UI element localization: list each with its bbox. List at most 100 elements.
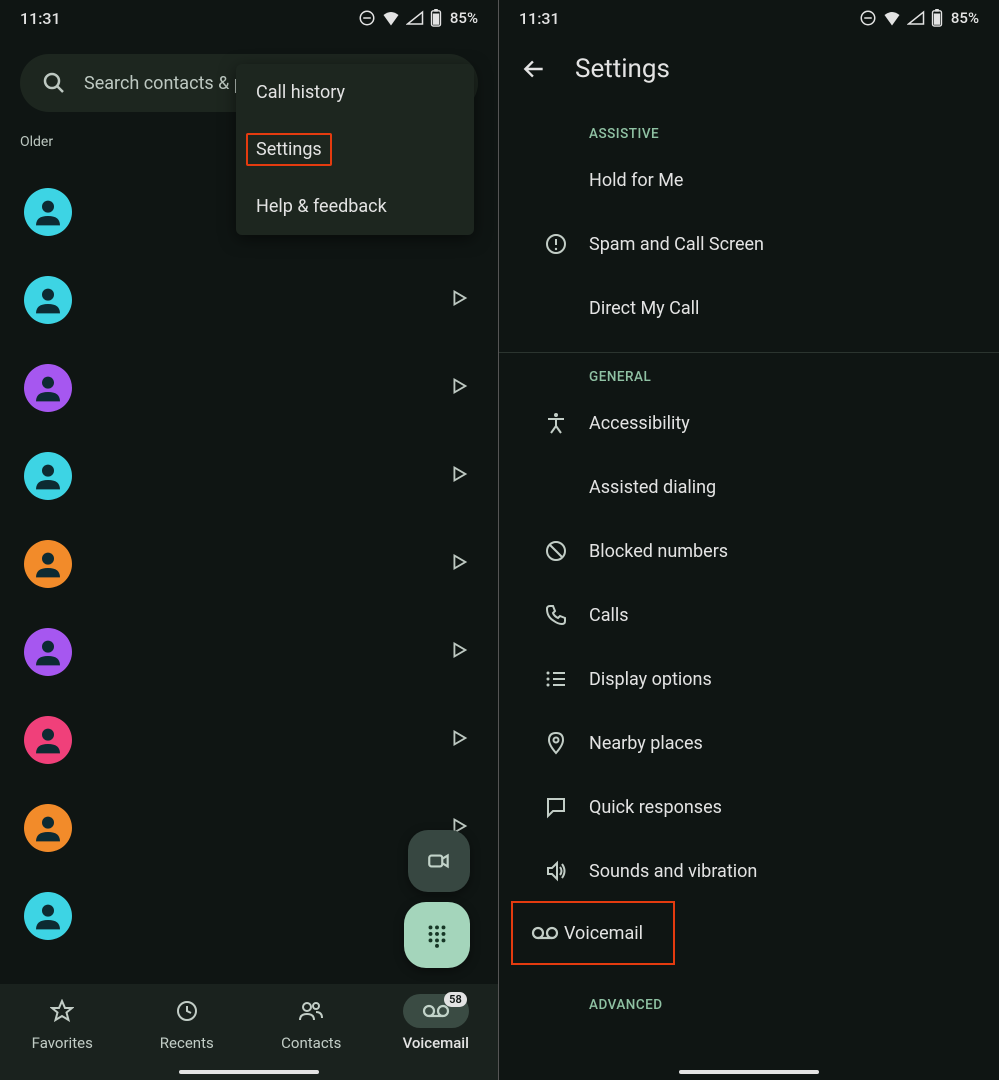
nav-recents[interactable]: Recents [125, 994, 250, 1080]
play-icon[interactable] [448, 375, 470, 401]
menu-settings[interactable]: Settings [236, 121, 474, 178]
row-label: Direct My Call [589, 298, 699, 319]
voicemail-item[interactable] [0, 256, 498, 344]
page-title: Settings [575, 54, 670, 84]
voicemail-item[interactable] [0, 520, 498, 608]
voicemail-badge: 58 [444, 992, 467, 1007]
contact-avatar[interactable] [24, 716, 72, 764]
play-icon[interactable] [448, 727, 470, 753]
status-bar: 11:31 85% [0, 0, 498, 36]
voicemail-item[interactable] [0, 608, 498, 696]
settings-calls[interactable]: Calls [499, 583, 999, 647]
play-icon[interactable] [448, 287, 470, 313]
nav-favorites[interactable]: Favorites [0, 994, 125, 1080]
people-icon [298, 999, 324, 1023]
menu-call-history[interactable]: Call history [236, 64, 474, 121]
row-label: Assisted dialing [589, 477, 716, 498]
settings-display-options[interactable]: Display options [499, 647, 999, 711]
person-icon [32, 724, 64, 756]
chat-icon [544, 795, 568, 819]
video-icon [426, 848, 452, 874]
block-icon [544, 539, 568, 563]
wifi-icon [883, 10, 901, 26]
search-icon [42, 71, 66, 95]
person-icon [32, 460, 64, 492]
settings-sounds-vibration[interactable]: Sounds and vibration [499, 839, 999, 903]
phone-icon [544, 603, 568, 627]
clock-icon [175, 999, 199, 1023]
contact-avatar[interactable] [24, 892, 72, 940]
contact-avatar[interactable] [24, 364, 72, 412]
battery-percent: 85% [450, 9, 478, 27]
row-label: Blocked numbers [589, 541, 728, 562]
bottom-nav: Favorites Recents Contacts 58 Voicemail [0, 984, 498, 1080]
person-icon [32, 284, 64, 316]
settings-header: Settings [499, 36, 999, 110]
voicemail-item[interactable] [0, 696, 498, 784]
settings-blocked-numbers[interactable]: Blocked numbers [499, 519, 999, 583]
status-time: 11:31 [519, 9, 560, 28]
settings-screen: 11:31 85% Settings ASSISTIVE Hold for Me… [499, 0, 999, 1080]
signal-icon [907, 10, 925, 26]
voicemail-item[interactable] [0, 344, 498, 432]
nav-label: Voicemail [403, 1034, 469, 1052]
dialpad-fab[interactable] [404, 902, 470, 968]
settings-quick-responses[interactable]: Quick responses [499, 775, 999, 839]
signal-icon [406, 10, 424, 26]
gesture-handle[interactable] [679, 1070, 819, 1074]
settings-nearby-places[interactable]: Nearby places [499, 711, 999, 775]
dnd-icon [859, 9, 877, 27]
nav-contacts[interactable]: Contacts [249, 994, 374, 1080]
contact-avatar[interactable] [24, 276, 72, 324]
settings-spam-call-screen[interactable]: Spam and Call Screen [499, 212, 999, 276]
play-icon[interactable] [448, 551, 470, 577]
dnd-icon [358, 9, 376, 27]
row-label: Quick responses [589, 797, 722, 818]
battery-icon [931, 9, 943, 27]
contact-avatar[interactable] [24, 804, 72, 852]
settings-direct-my-call[interactable]: Direct My Call [499, 276, 999, 340]
settings-accessibility[interactable]: Accessibility [499, 391, 999, 455]
back-arrow-icon[interactable] [521, 56, 547, 82]
nav-voicemail[interactable]: 58 Voicemail [374, 994, 499, 1080]
alert-circle-icon [544, 232, 568, 256]
video-call-fab[interactable] [408, 830, 470, 892]
settings-voicemail[interactable]: Voicemail [511, 901, 675, 965]
battery-percent: 85% [951, 9, 979, 27]
speaker-icon [544, 859, 568, 883]
status-icons: 85% [358, 9, 478, 27]
person-icon [32, 196, 64, 228]
row-label: Sounds and vibration [589, 861, 757, 882]
nav-label: Favorites [32, 1034, 93, 1052]
person-icon [32, 636, 64, 668]
status-time: 11:31 [20, 9, 61, 28]
dialpad-icon [424, 922, 450, 948]
menu-help[interactable]: Help & feedback [236, 178, 474, 235]
contact-avatar[interactable] [24, 540, 72, 588]
contact-avatar[interactable] [24, 452, 72, 500]
settings-highlight: Settings [246, 133, 332, 166]
play-icon[interactable] [448, 639, 470, 665]
row-label: Calls [589, 605, 629, 626]
general-section-label: GENERAL [499, 353, 999, 391]
overflow-menu: Call history Settings Help & feedback [236, 64, 474, 235]
star-icon [50, 999, 74, 1023]
person-icon [32, 812, 64, 844]
contact-avatar[interactable] [24, 628, 72, 676]
assistive-section-label: ASSISTIVE [499, 110, 999, 148]
row-label: Voicemail [564, 923, 643, 944]
play-icon[interactable] [448, 463, 470, 489]
gesture-handle[interactable] [179, 1070, 319, 1074]
person-icon [32, 900, 64, 932]
nav-label: Recents [160, 1034, 214, 1052]
settings-assisted-dialing[interactable]: Assisted dialing [499, 455, 999, 519]
list-icon [544, 667, 568, 691]
contact-avatar[interactable] [24, 188, 72, 236]
row-label: Spam and Call Screen [589, 234, 764, 255]
settings-hold-for-me[interactable]: Hold for Me [499, 148, 999, 212]
battery-icon [430, 9, 442, 27]
row-label: Hold for Me [589, 170, 683, 191]
voicemail-item[interactable] [0, 432, 498, 520]
status-bar: 11:31 85% [499, 0, 999, 36]
row-label: Display options [589, 669, 712, 690]
